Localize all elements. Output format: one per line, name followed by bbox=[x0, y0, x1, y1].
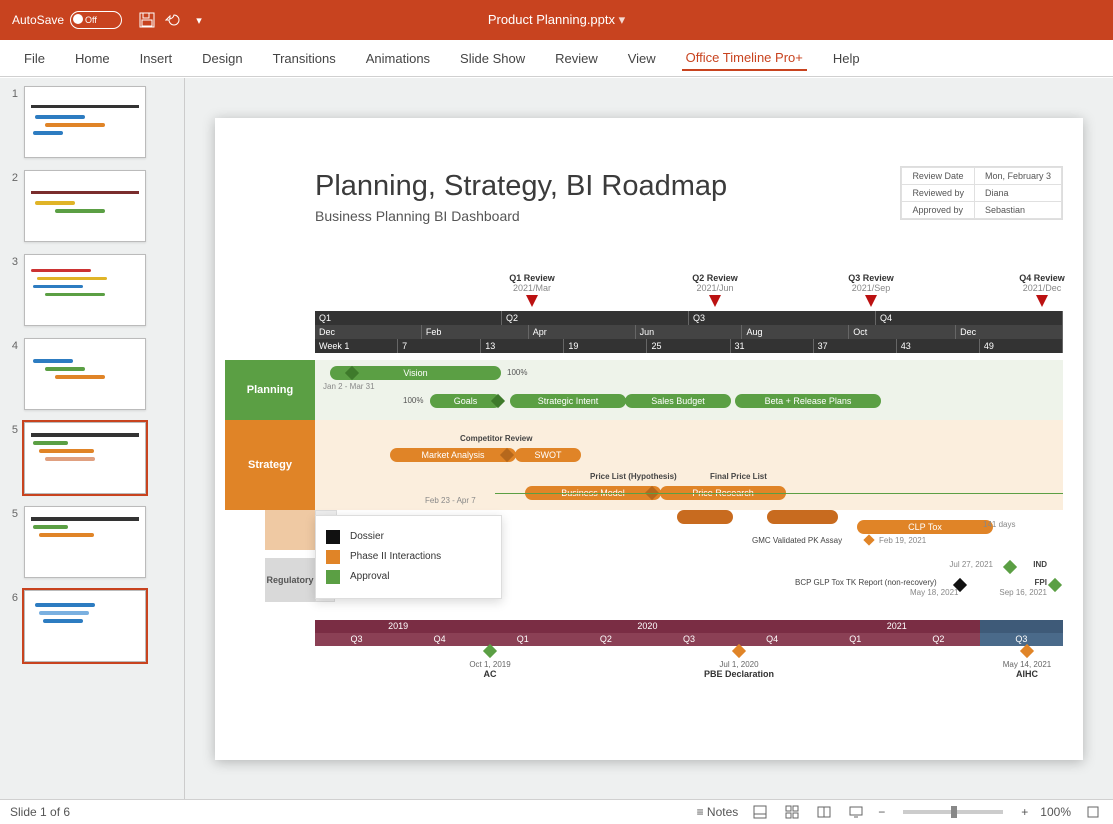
tab-file[interactable]: File bbox=[20, 47, 49, 70]
thumb-5[interactable] bbox=[24, 422, 146, 494]
lower-timeline: 2019 2020 2021 Q3 Q4 Q1 Q2 Q3 Q4 Q1 Q2 Q… bbox=[315, 620, 1063, 688]
zoom-in-button[interactable]: + bbox=[1021, 805, 1028, 819]
reading-view-icon[interactable] bbox=[814, 802, 834, 822]
ribbon-tabs: File Home Insert Design Transitions Anim… bbox=[0, 40, 1113, 77]
review-milestone: Q2 Review2021/Jun bbox=[685, 273, 745, 307]
slide-counter: Slide 1 of 6 bbox=[10, 805, 70, 819]
tab-office-timeline[interactable]: Office Timeline Pro+ bbox=[682, 46, 807, 71]
tab-insert[interactable]: Insert bbox=[136, 47, 177, 70]
tab-review[interactable]: Review bbox=[551, 47, 602, 70]
zoom-out-button[interactable]: − bbox=[878, 805, 885, 819]
tab-help[interactable]: Help bbox=[829, 47, 864, 70]
autosave-toggle[interactable]: Off bbox=[70, 11, 122, 29]
autosave-label: AutoSave bbox=[12, 13, 64, 27]
tab-home[interactable]: Home bbox=[71, 47, 114, 70]
review-milestone: Q4 Review2021/Dec bbox=[1012, 273, 1072, 307]
thumb-5b[interactable] bbox=[24, 506, 146, 578]
title-bar: AutoSave Off ▾ Product Planning.pptx ▾ bbox=[0, 0, 1113, 40]
thumb-2[interactable] bbox=[24, 170, 146, 242]
slide-title: Planning, Strategy, BI Roadmap bbox=[315, 170, 727, 203]
tab-slideshow[interactable]: Slide Show bbox=[456, 47, 529, 70]
slide-subtitle: Business Planning BI Dashboard bbox=[315, 208, 520, 224]
autosave-control[interactable]: AutoSave Off bbox=[12, 11, 122, 29]
info-table: Review DateMon, February 3 Reviewed byDi… bbox=[900, 166, 1063, 220]
axis-weeks: Week 1713192531374349 bbox=[315, 339, 1063, 353]
fit-window-icon[interactable] bbox=[1083, 802, 1103, 822]
legend-swatch bbox=[326, 530, 340, 544]
thumb-1[interactable] bbox=[24, 86, 146, 158]
zoom-slider[interactable] bbox=[903, 810, 1003, 814]
thumb-4[interactable] bbox=[24, 338, 146, 410]
lane-strategy: Strategy Competitor Review Market Analys… bbox=[225, 420, 1063, 510]
qat-more-icon[interactable]: ▾ bbox=[186, 7, 212, 33]
undo-icon[interactable] bbox=[160, 7, 186, 33]
review-milestone: Q1 Review2021/Mar bbox=[502, 273, 562, 307]
save-icon[interactable] bbox=[134, 7, 160, 33]
legend-popup[interactable]: Dossier Phase II Interactions Approval bbox=[315, 515, 502, 599]
zoom-level: 100% bbox=[1040, 805, 1071, 819]
slide: Planning, Strategy, BI Roadmap Business … bbox=[215, 118, 1083, 760]
axis-months: DecFebAprJunAugOctDec bbox=[315, 325, 1063, 339]
lane-planning: Planning Vision 100% Jan 2 - Mar 31 100%… bbox=[225, 360, 1063, 420]
main-area: 1 2 3 4 bbox=[0, 77, 1113, 799]
slideshow-icon[interactable] bbox=[846, 802, 866, 822]
slide-thumbnails[interactable]: 1 2 3 4 bbox=[0, 78, 185, 799]
lower-milestone: Jul 1, 2020PBE Declaration bbox=[699, 646, 779, 679]
lower-milestone: Oct 1, 2019AC bbox=[450, 646, 530, 679]
tab-transitions[interactable]: Transitions bbox=[269, 47, 340, 70]
tab-view[interactable]: View bbox=[624, 47, 660, 70]
normal-view-icon[interactable] bbox=[750, 802, 770, 822]
thumb-6[interactable] bbox=[24, 590, 146, 662]
notes-button[interactable]: ≡ Notes bbox=[697, 805, 739, 819]
axis-quarters: Q1Q2Q3Q4 bbox=[315, 311, 1063, 325]
tab-animations[interactable]: Animations bbox=[362, 47, 434, 70]
tab-design[interactable]: Design bbox=[198, 47, 246, 70]
thumb-3[interactable] bbox=[24, 254, 146, 326]
review-milestone: Q3 Review2021/Sep bbox=[841, 273, 901, 307]
status-bar: Slide 1 of 6 ≡ Notes − + 100% bbox=[0, 799, 1113, 824]
sorter-view-icon[interactable] bbox=[782, 802, 802, 822]
diamond-icon bbox=[1003, 559, 1017, 573]
lower-milestone: May 14, 2021AIHC bbox=[987, 646, 1067, 679]
slide-canvas[interactable]: Planning, Strategy, BI Roadmap Business … bbox=[185, 78, 1113, 799]
